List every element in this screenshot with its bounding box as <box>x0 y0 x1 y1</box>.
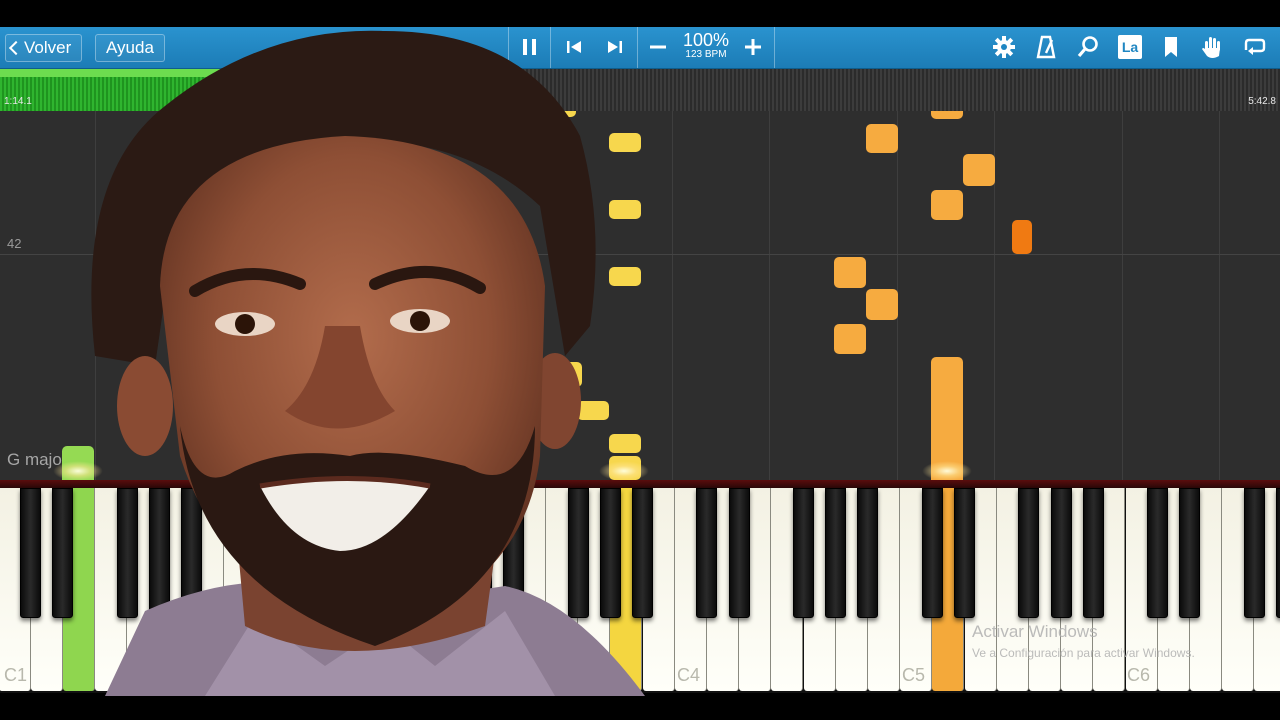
back-button[interactable]: Volver <box>5 34 83 62</box>
tempo-percent: 100% <box>682 30 730 50</box>
portrait-photo <box>91 30 645 696</box>
black-key[interactable] <box>20 488 42 618</box>
octave-label-c6: C6 <box>1127 665 1151 685</box>
grid-line <box>769 111 770 480</box>
falling-note <box>963 154 995 186</box>
watermark-subtitle: Ve a Configuración para activar Windows. <box>972 646 1195 660</box>
octave-label-c4: C4 <box>677 665 701 685</box>
black-key[interactable] <box>728 488 750 618</box>
grid-line <box>1122 111 1123 480</box>
octave-label-c1: C1 <box>4 665 28 685</box>
black-key[interactable] <box>793 488 814 618</box>
falling-note <box>866 124 898 153</box>
grid-line <box>1219 111 1220 480</box>
watermark-title: Activar Windows <box>972 622 1098 641</box>
toolbar-divider <box>774 27 775 68</box>
black-key[interactable] <box>1018 488 1040 618</box>
black-key[interactable] <box>1276 488 1280 618</box>
magnifier-icon[interactable] <box>1070 27 1106 68</box>
falling-note <box>931 190 963 220</box>
falling-note <box>931 111 963 119</box>
black-key[interactable] <box>1147 488 1169 618</box>
black-key[interactable] <box>921 488 943 618</box>
la-label-icon[interactable]: La <box>1112 27 1148 68</box>
black-key[interactable] <box>1082 488 1104 618</box>
falling-note <box>834 324 866 354</box>
falling-note <box>834 257 866 288</box>
falling-note <box>1012 220 1032 254</box>
note-hit-glow <box>922 461 972 480</box>
tempo-display[interactable]: 100% 123 BPM <box>678 31 734 61</box>
tempo-bpm: 123 BPM <box>685 49 727 60</box>
black-key[interactable] <box>825 488 847 618</box>
black-key[interactable] <box>1179 488 1201 618</box>
black-key[interactable] <box>857 488 879 618</box>
plus-icon[interactable] <box>735 27 771 68</box>
bookmark-icon[interactable] <box>1153 27 1189 68</box>
measure-number: 42 <box>7 236 22 251</box>
gear-icon[interactable] <box>986 27 1022 68</box>
current-time: 1:14.1 <box>4 96 32 107</box>
grid-line <box>672 111 673 480</box>
windows-activation-watermark: Activar Windows Ve a Configuración para … <box>972 622 1195 660</box>
octave-label-c5: C5 <box>902 665 926 685</box>
hand-icon[interactable] <box>1194 27 1230 68</box>
falling-note <box>866 289 898 320</box>
black-key[interactable] <box>1243 488 1265 618</box>
black-key[interactable] <box>696 488 718 618</box>
total-time: 5:42.8 <box>1248 96 1276 107</box>
black-key[interactable] <box>52 488 74 618</box>
loop-icon[interactable] <box>1236 27 1272 68</box>
black-key[interactable] <box>1050 488 1072 618</box>
la-label-text: La <box>1121 39 1139 55</box>
metronome-icon[interactable] <box>1028 27 1064 68</box>
black-key[interactable] <box>954 488 975 618</box>
synthesia-window: Volver Ayuda 100% 123 BPM La 1:14.1 5:42… <box>0 0 1280 720</box>
